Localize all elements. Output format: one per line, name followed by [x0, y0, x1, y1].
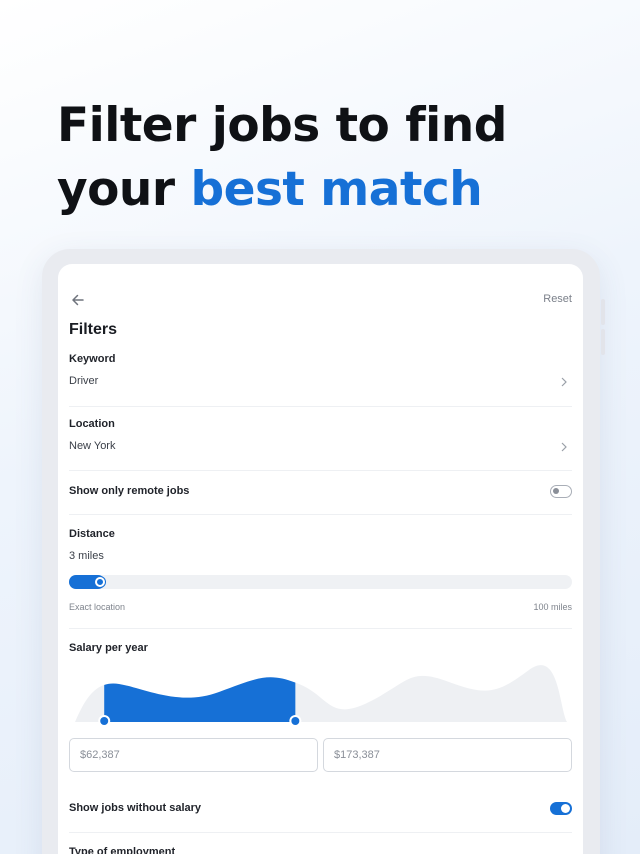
reset-button[interactable]: Reset	[543, 293, 572, 305]
no-salary-row: Show jobs without salary	[69, 802, 572, 818]
headline-line-2: your best match	[57, 158, 507, 222]
chevron-right-icon	[561, 377, 567, 387]
distance-min-label: Exact location	[69, 602, 126, 612]
distance-value: 3 miles	[69, 550, 104, 562]
headline: Filter jobs to find your best match	[57, 94, 507, 222]
employment-label: Type of employment	[69, 846, 176, 854]
divider	[69, 406, 572, 407]
no-salary-toggle[interactable]	[550, 802, 572, 815]
divider	[69, 628, 572, 629]
location-field[interactable]: Location New York	[69, 418, 572, 458]
salary-histogram[interactable]	[69, 662, 572, 728]
location-value: New York	[69, 440, 116, 452]
no-salary-label: Show jobs without salary	[69, 802, 202, 814]
distance-max-label: 100 miles	[533, 602, 572, 612]
headline-plain: your	[57, 162, 191, 217]
headline-line-1: Filter jobs to find	[57, 98, 507, 153]
distance-range-labels: Exact location 100 miles	[69, 602, 572, 612]
distance-slider[interactable]	[69, 575, 572, 589]
salary-min-handle[interactable]	[98, 715, 111, 727]
arrow-left-icon[interactable]	[70, 290, 86, 310]
divider	[69, 470, 572, 471]
volume-up-button	[601, 299, 605, 325]
distance-header: Distance 3 miles	[69, 528, 572, 562]
headline-accent: best match	[190, 162, 483, 217]
volume-down-button	[601, 329, 605, 355]
toggle-knob	[553, 488, 559, 494]
employment-header: Type of employment	[69, 846, 572, 854]
chevron-right-icon	[561, 442, 567, 452]
keyword-value: Driver	[69, 375, 99, 387]
keyword-field[interactable]: Keyword Driver	[69, 353, 572, 393]
keyword-label: Keyword	[69, 353, 116, 365]
salary-max-input[interactable]: $173,387	[323, 738, 572, 772]
remote-jobs-label: Show only remote jobs	[69, 485, 190, 497]
toggle-knob	[561, 804, 570, 813]
remote-jobs-toggle[interactable]	[550, 485, 572, 498]
top-bar: Reset	[58, 290, 583, 310]
location-label: Location	[69, 418, 115, 430]
remote-jobs-row: Show only remote jobs	[69, 485, 572, 501]
salary-label: Salary per year	[69, 642, 148, 654]
filters-screen: Reset Filters Keyword Driver Location Ne…	[58, 264, 583, 854]
divider	[69, 514, 572, 515]
page-title: Filters	[69, 321, 118, 338]
salary-min-input[interactable]: $62,387	[69, 738, 318, 772]
salary-header: Salary per year	[69, 642, 572, 654]
distance-label: Distance	[69, 528, 115, 540]
salary-max-handle[interactable]	[289, 715, 302, 727]
divider	[69, 832, 572, 833]
